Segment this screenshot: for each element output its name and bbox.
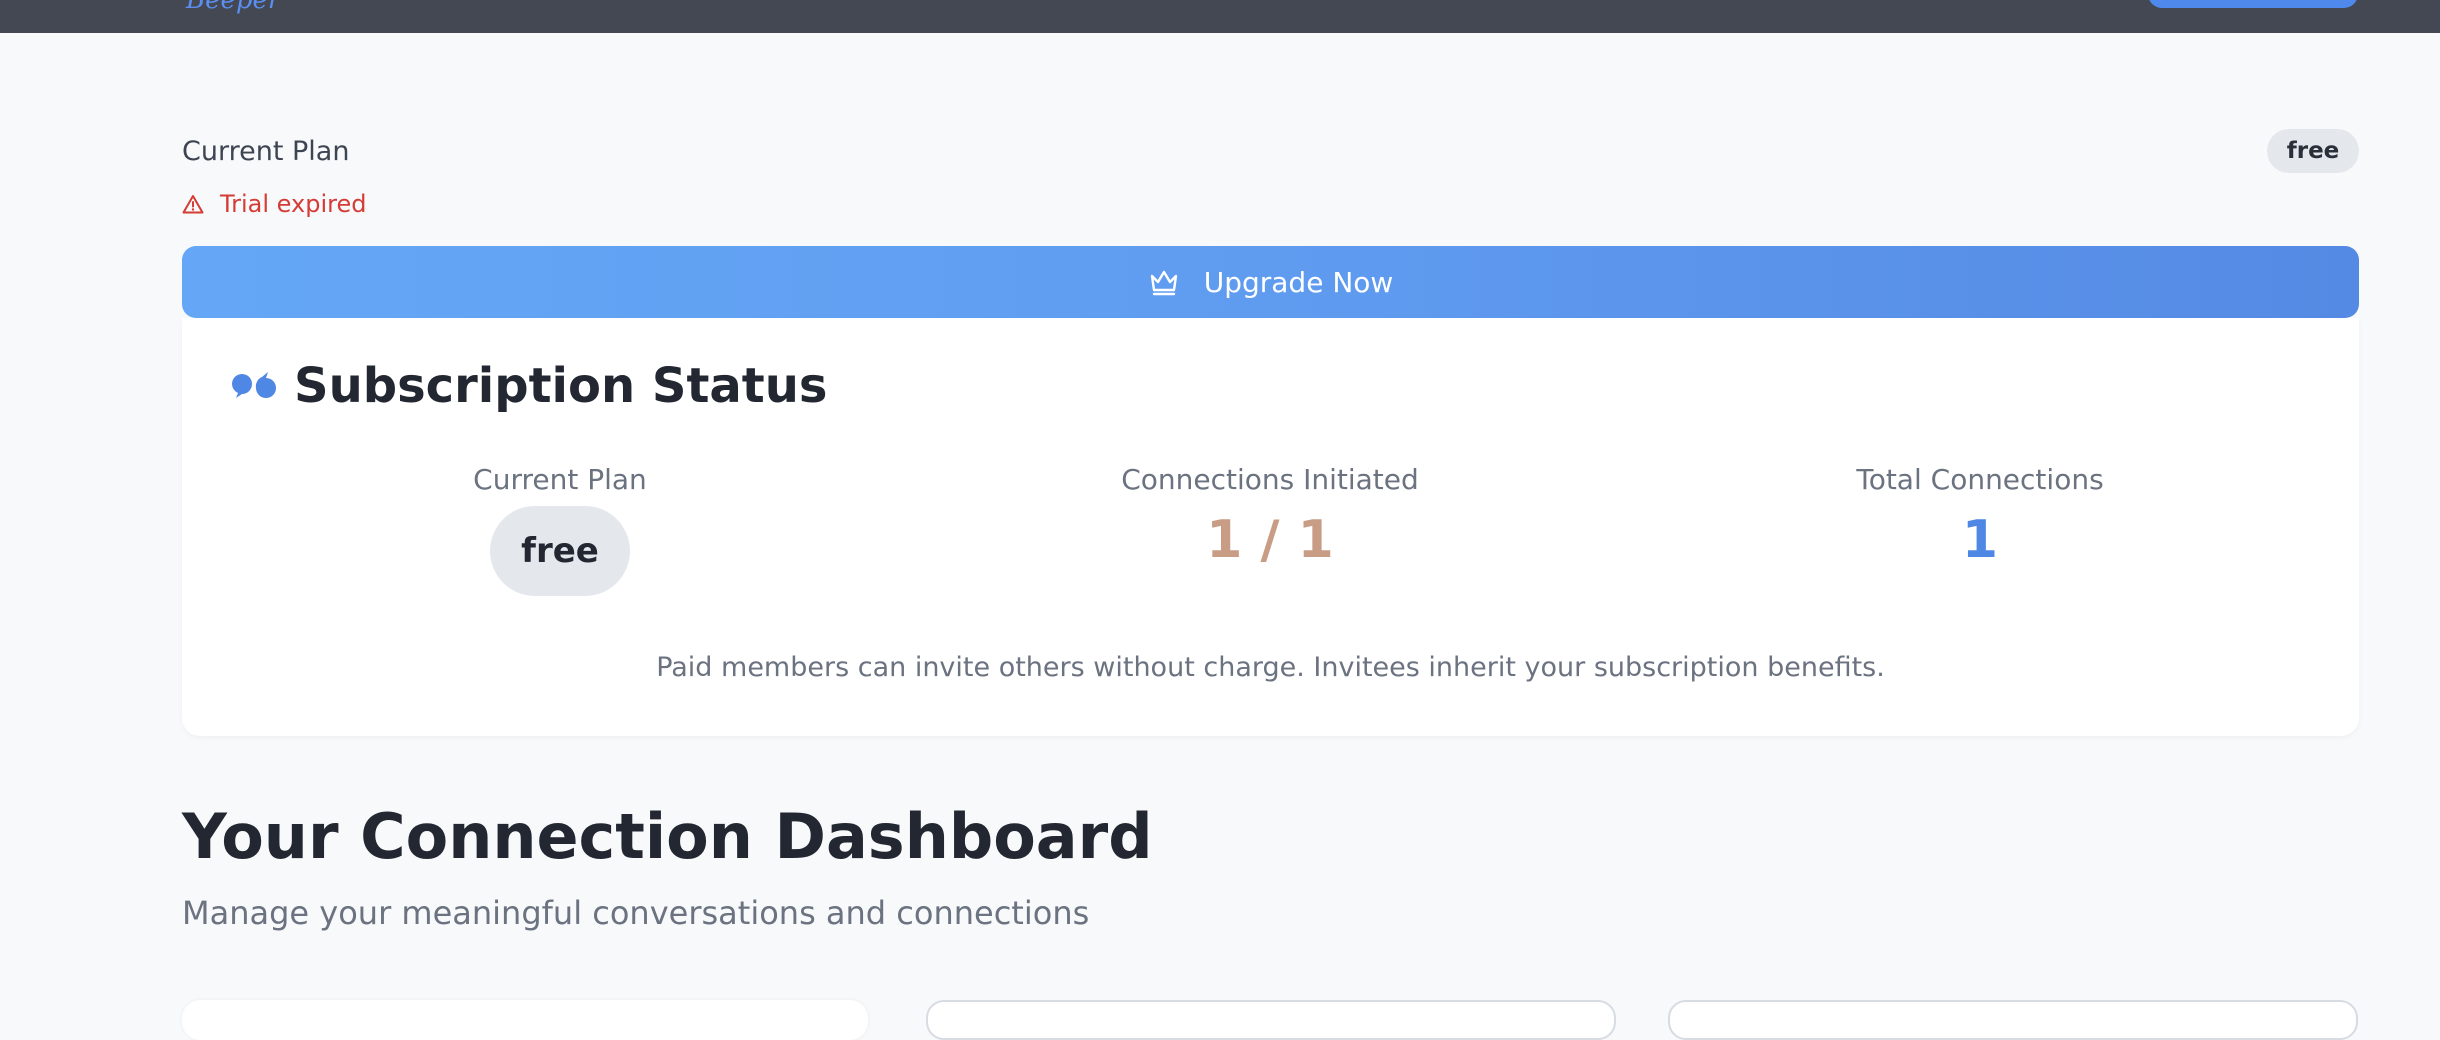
- subscription-title-text: Subscription Status: [294, 358, 828, 414]
- dashboard-card[interactable]: [1668, 1000, 2358, 1040]
- dashboard-card[interactable]: [182, 1000, 868, 1040]
- chat-bubbles-icon: [232, 372, 276, 398]
- crown-icon: [1150, 270, 1177, 296]
- stat-label: Current Plan: [473, 463, 647, 496]
- dashboard-card[interactable]: [926, 1000, 1616, 1040]
- stat-current-plan: Current Plan free: [260, 463, 860, 596]
- stat-label: Total Connections: [1856, 463, 2104, 496]
- top-navigation-bar: Beeper: [0, 0, 2440, 33]
- subscription-title: Subscription Status: [230, 358, 827, 414]
- trial-status-text: Trial expired: [220, 190, 367, 218]
- upgrade-now-button[interactable]: Upgrade Now: [182, 246, 2359, 318]
- app-logo[interactable]: Beeper: [186, 0, 280, 14]
- warning-icon: [182, 195, 204, 214]
- stat-label: Connections Initiated: [1121, 463, 1419, 496]
- stat-total-connections: Total Connections 1: [1680, 463, 2280, 570]
- plan-pill: free: [490, 506, 630, 596]
- dashboard-subtitle: Manage your meaningful conversations and…: [182, 894, 1090, 932]
- dashboard-title: Your Connection Dashboard: [182, 800, 1153, 873]
- plan-badge: free: [2267, 129, 2359, 173]
- stat-value: 1: [1961, 510, 1999, 570]
- stat-value: 1 / 1: [1206, 510, 1334, 570]
- subscription-note: Paid members can invite others without c…: [656, 652, 1885, 683]
- upgrade-now-label: Upgrade Now: [1203, 265, 1394, 299]
- current-plan-label: Current Plan: [182, 136, 350, 167]
- subscription-status-card: Subscription Status Current Plan free Co…: [182, 318, 2359, 736]
- stat-connections-initiated: Connections Initiated 1 / 1: [970, 463, 1570, 570]
- top-action-button[interactable]: [2148, 0, 2358, 8]
- trial-status: Trial expired: [182, 190, 366, 218]
